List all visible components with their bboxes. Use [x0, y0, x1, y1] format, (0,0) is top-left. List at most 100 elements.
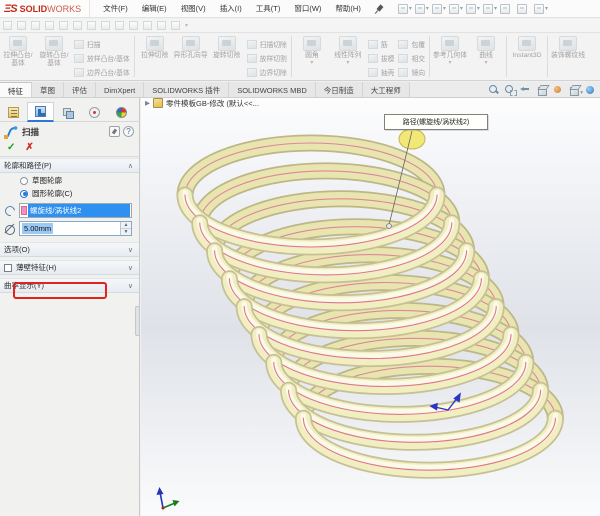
property-manager-icon: [35, 106, 46, 117]
pin-toolbar-icon[interactable]: [374, 4, 384, 14]
menu-item[interactable]: 窗口(W): [287, 1, 328, 16]
rebuild-icon[interactable]: ▾: [500, 4, 514, 14]
spinner-control[interactable]: ▲▼: [120, 222, 131, 235]
ribbon-tab[interactable]: 特征: [0, 82, 32, 97]
undo-icon[interactable]: ▾: [466, 4, 480, 14]
ribbon-button[interactable]: 异形孔向导: [174, 36, 208, 60]
ribbon-button[interactable]: 曲线 ▾: [469, 36, 503, 66]
display-manager-tab[interactable]: [108, 102, 135, 122]
feature-icon: [441, 36, 459, 51]
menu-item[interactable]: 工具(T): [249, 1, 288, 16]
toolbar-icon[interactable]: [73, 21, 82, 30]
menu-item[interactable]: 帮助(H): [328, 1, 367, 16]
group-curvature-display[interactable]: 曲率显示(Y) ∨: [0, 278, 139, 293]
flyout-expand-arrow-icon[interactable]: ▶: [145, 99, 150, 107]
ribbon-button[interactable]: 放样切割: [247, 51, 287, 65]
file-properties-icon[interactable]: ▾: [517, 4, 531, 14]
toolbar-icon[interactable]: [171, 21, 180, 30]
help-icon[interactable]: ?: [123, 126, 134, 137]
model-scene[interactable]: [141, 98, 600, 516]
new-document-icon[interactable]: ▾: [398, 4, 412, 14]
cancel-button[interactable]: ✗: [25, 142, 33, 153]
ribbon-button[interactable]: 相交: [398, 51, 425, 65]
ribbon-tab[interactable]: 评估: [64, 82, 96, 97]
view-settings-icon[interactable]: ▾: [584, 84, 597, 96]
radio-sketch-profile[interactable]: 草图轮廓: [20, 175, 62, 186]
radio-circular-profile[interactable]: 圆形轮廓(C): [20, 188, 72, 199]
keep-visible-pin-icon[interactable]: [109, 126, 120, 137]
toolbar-overflow-caret[interactable]: ▾: [185, 22, 188, 29]
thin-feature-checkbox[interactable]: [4, 264, 12, 272]
ribbon-tab[interactable]: DimXpert: [96, 82, 144, 97]
menu-item[interactable]: 插入(I): [213, 1, 249, 16]
zoom-fit-icon[interactable]: ▾: [488, 84, 501, 96]
toolbar-icon[interactable]: [157, 21, 166, 30]
zoom-area-icon[interactable]: ▾: [504, 84, 517, 96]
ribbon-button[interactable]: 装饰螺纹线: [551, 36, 585, 60]
ribbon-button[interactable]: 扫描: [74, 37, 130, 51]
ribbon-button[interactable]: 拉伸凸台/基体: [1, 36, 35, 68]
open-icon[interactable]: ▾: [415, 4, 429, 14]
options-icon[interactable]: ▾: [534, 4, 548, 14]
ribbon-button[interactable]: 放样凸台/基体: [74, 51, 130, 65]
selected-path-entry[interactable]: 螺旋线/涡状线2: [28, 204, 130, 217]
ribbon-button[interactable]: 镜向: [398, 65, 425, 79]
group-thin-feature[interactable]: 薄壁特征(H) ∨: [0, 260, 139, 275]
display-style-icon[interactable]: ▾: [568, 84, 581, 96]
dropdown-caret-icon: ▾: [494, 5, 497, 12]
ribbon-button[interactable]: 旋转切除: [210, 36, 244, 60]
ribbon-button[interactable]: 线性阵列 ▾: [331, 36, 365, 66]
group-profile-path[interactable]: 轮廓和路径(P) ∧: [0, 158, 139, 173]
toolbar-icon[interactable]: [115, 21, 124, 30]
select-icon[interactable]: ▾: [483, 4, 497, 14]
spin-down-icon[interactable]: ▼: [121, 228, 131, 235]
ribbon-button[interactable]: 参考几何体 ▾: [433, 36, 467, 66]
ribbon-button[interactable]: 拉伸切除: [138, 36, 172, 60]
ribbon-button[interactable]: 边界切除: [247, 65, 287, 79]
flyout-feature-tree[interactable]: ▶ 零件模板GB-修改 (默认<<...: [145, 98, 259, 110]
menu-item[interactable]: 文件(F): [96, 1, 135, 16]
ribbon-tab[interactable]: 今日制造: [316, 82, 363, 97]
ribbon-tab[interactable]: SOLIDWORKS 插件: [144, 82, 229, 97]
menu-item[interactable]: 视图(V): [174, 1, 213, 16]
toolbar-icon[interactable]: [17, 21, 26, 30]
toolbar-icon[interactable]: [59, 21, 68, 30]
group-options[interactable]: 选项(O) ∨: [0, 242, 139, 257]
configuration-manager-tab[interactable]: [54, 102, 81, 122]
ok-button[interactable]: ✓: [7, 142, 15, 153]
toolbar-icon[interactable]: [101, 21, 110, 30]
boundary-cut-icon: [247, 68, 257, 77]
ribbon-tab[interactable]: 大工程师: [363, 82, 410, 97]
ribbon-button[interactable]: 包覆: [398, 37, 425, 51]
toolbar-icon[interactable]: [45, 21, 54, 30]
diameter-input[interactable]: 5.00mm ▲▼: [19, 221, 132, 236]
ribbon-button[interactable]: 抽壳: [368, 65, 395, 79]
edit-appearance-icon[interactable]: ▾: [552, 84, 565, 96]
print-icon[interactable]: ▾: [449, 4, 463, 14]
toolbar-icon[interactable]: [3, 21, 12, 30]
property-manager-tab[interactable]: [27, 102, 54, 122]
feature-tree-tab[interactable]: [0, 102, 27, 122]
ribbon-button[interactable]: Instant3D: [510, 36, 544, 60]
ribbon-tab[interactable]: SOLIDWORKS MBD: [229, 82, 316, 97]
ribbon-button[interactable]: 旋转凸台/基体: [37, 36, 71, 68]
ribbon-button[interactable]: 圆角 ▾: [295, 36, 329, 66]
ribbon-tab[interactable]: 草图: [32, 82, 64, 97]
panel-splitter-handle[interactable]: [135, 306, 140, 336]
ribbon-button[interactable]: 筋: [368, 37, 395, 51]
spring-sweep-preview[interactable]: [185, 143, 555, 470]
toolbar-icon[interactable]: [31, 21, 40, 30]
path-selection-box[interactable]: 螺旋线/涡状线2: [19, 203, 132, 218]
toolbar-icon[interactable]: [87, 21, 96, 30]
ribbon-button[interactable]: 扫描切除: [247, 37, 287, 51]
graphics-viewport[interactable]: ▶ 零件模板GB-修改 (默认<<... 路径(螺旋线/涡状线2): [141, 98, 600, 516]
ribbon-button[interactable]: 边界凸台/基体: [74, 65, 130, 79]
previous-view-icon[interactable]: ▾: [520, 84, 533, 96]
menu-item[interactable]: 编辑(E): [135, 1, 174, 16]
ribbon-button[interactable]: 拔模: [368, 51, 395, 65]
dimxpert-manager-tab[interactable]: [81, 102, 108, 122]
save-icon[interactable]: ▾: [432, 4, 446, 14]
toolbar-icon[interactable]: [143, 21, 152, 30]
toolbar-icon[interactable]: [129, 21, 138, 30]
section-view-icon[interactable]: ▾: [536, 84, 549, 96]
